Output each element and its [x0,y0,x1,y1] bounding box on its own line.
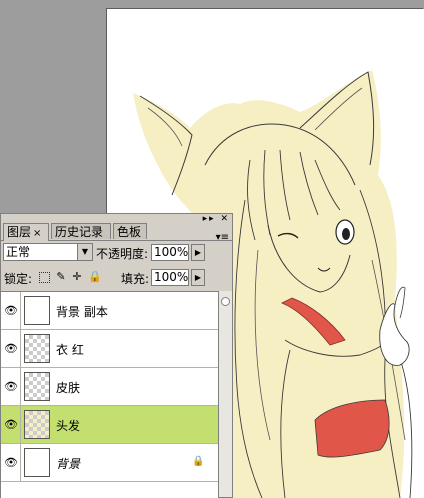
layer-list: 👁 背景 副本 👁 衣 红 👁 皮肤 👁 头发 👁 背景 🔒 [1,291,218,498]
visibility-toggle[interactable]: 👁 [1,292,21,329]
chevron-down-icon[interactable]: ▼ [77,244,92,260]
layers-panel: ▸▸ ✕ 图层 × 历史记录 色板 ▾≡ 正常 ▼ 不透明度: 100% ▶ 锁定… [0,213,233,498]
fill-label: 填充: [121,272,150,286]
lock-image-pixels-brush-icon[interactable]: ✎ [55,271,67,283]
tab-swatches[interactable]: 色板 [113,223,147,239]
panel-tabbar: 图层 × 历史记录 色板 ▾≡ [1,222,232,243]
tab-swatches-label: 色板 [117,225,142,239]
eye-icon: 👁 [4,456,18,469]
panel-header-strip: ▸▸ ✕ [1,214,232,224]
eye-icon: 👁 [4,342,18,355]
eye-icon: 👁 [4,380,18,393]
tab-close-icon[interactable]: × [33,228,41,239]
layer-thumbnail [24,296,50,325]
layer-row-background[interactable]: 👁 背景 🔒 [1,444,218,482]
fill-input[interactable]: 100% [151,269,189,286]
layer-name: 背景 [56,457,81,471]
tab-history-label: 历史记录 [55,225,104,239]
layer-list-scrollbar[interactable] [218,291,232,497]
lock-icon: 🔒 [192,456,205,467]
blend-mode-value: 正常 [6,245,31,259]
scrollbar-thumb[interactable] [221,297,230,306]
layer-name: 头发 [56,419,81,433]
blend-mode-select[interactable]: 正常 ▼ [3,243,93,261]
layer-row-hair[interactable]: 👁 头发 [1,406,218,444]
opacity-label: 不透明度: [96,247,149,261]
layer-row-background-copy[interactable]: 👁 背景 副本 [1,292,218,330]
eye-icon: 👁 [4,304,18,317]
opacity-input[interactable]: 100% [151,244,189,261]
layer-thumbnail [24,448,50,477]
layer-thumbnail [24,372,50,401]
opacity-slider-arrow-icon[interactable]: ▶ [191,244,205,261]
layer-row-skin[interactable]: 👁 皮肤 [1,368,218,406]
tab-layers[interactable]: 图层 × [3,223,49,241]
tab-layers-label: 图层 [7,225,32,239]
visibility-toggle[interactable]: 👁 [1,330,21,367]
tab-history[interactable]: 历史记录 [51,223,111,239]
lock-label: 锁定: [4,272,33,286]
lock-transparent-pixels-icon[interactable] [39,272,50,283]
opacity-value: 100% [154,245,189,259]
visibility-toggle[interactable]: 👁 [1,406,21,443]
layer-name: 背景 副本 [56,305,108,319]
blend-opacity-row: 正常 ▼ 不透明度: 100% ▶ [1,242,232,264]
fill-value: 100% [154,270,189,284]
lock-fill-row: 锁定: ✎ ✛ 🔒 填充: 100% ▶ [1,267,232,289]
layer-thumbnail [24,410,50,439]
visibility-toggle[interactable]: 👁 [1,368,21,405]
eye-icon: 👁 [4,418,18,431]
layer-thumbnail [24,334,50,363]
lock-all-icon[interactable]: 🔒 [88,271,102,283]
fill-slider-arrow-icon[interactable]: ▶ [191,269,205,286]
layer-name: 衣 红 [56,343,84,357]
layer-row-clothes-red[interactable]: 👁 衣 红 [1,330,218,368]
lock-position-move-icon[interactable]: ✛ [71,271,83,283]
layer-name: 皮肤 [56,381,81,395]
visibility-toggle[interactable]: 👁 [1,444,21,481]
